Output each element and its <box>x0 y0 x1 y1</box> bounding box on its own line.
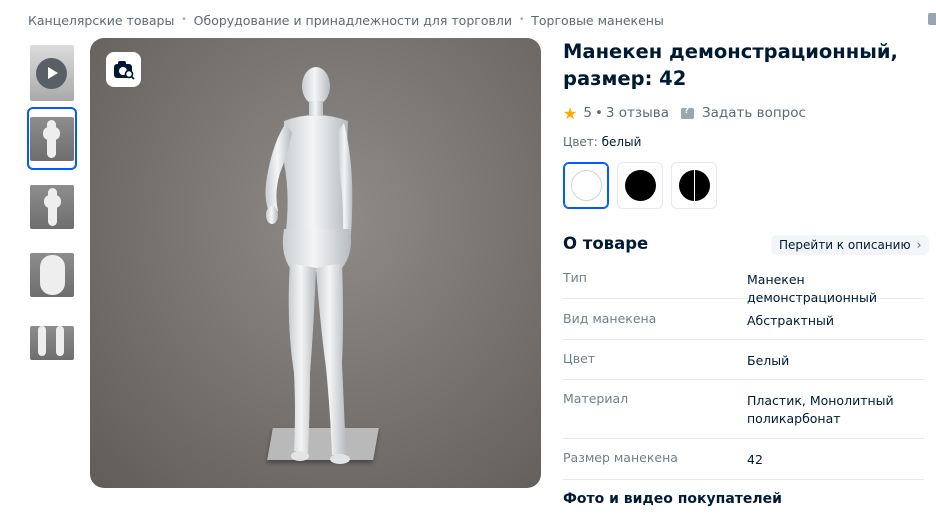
thumbnail-image <box>30 184 74 229</box>
customer-photos-title: Фото и видео покупателей <box>563 491 782 507</box>
chat-icon[interactable] <box>928 13 936 25</box>
thumbnail-video[interactable] <box>27 41 77 104</box>
rating-separator: • <box>594 105 603 121</box>
thumbnail-image <box>30 252 74 297</box>
breadcrumb-item[interactable]: Канцелярские товары <box>28 13 174 28</box>
play-icon <box>36 57 67 89</box>
ask-question-link[interactable]: Задать вопрос <box>702 105 806 121</box>
breadcrumb-separator: • <box>181 15 187 25</box>
swatch-circle <box>678 170 710 201</box>
star-icon: ★ <box>563 103 578 123</box>
spec-row: Цвет Белый <box>563 340 924 380</box>
thumbnail-photo-2[interactable] <box>27 175 77 238</box>
spec-row: Вид манекена Абстрактный <box>563 299 924 340</box>
thumbnail-photo-3[interactable] <box>27 243 77 306</box>
chevron-right-icon: › <box>916 238 922 252</box>
thumbnail-image <box>30 325 74 360</box>
spec-row: Размер манекена 42 <box>563 439 924 480</box>
swatch-white[interactable] <box>563 162 609 209</box>
thumbnail-photo-4[interactable] <box>27 311 77 374</box>
thumbnail-image <box>30 44 74 101</box>
product-title: Манекен демонстрационный, размер: 42 <box>563 38 923 92</box>
product-title-line: Манекен демонстрационный, <box>563 40 898 63</box>
spec-value: Пластик, Монолитный поликарбонат <box>747 393 894 426</box>
camera-search-icon <box>113 60 135 80</box>
goto-description-button[interactable]: Перейти к описанию › <box>771 235 930 255</box>
breadcrumb-item[interactable]: Оборудование и принадлежности для торгов… <box>194 13 512 28</box>
spec-key: Цвет <box>563 351 596 366</box>
spec-key: Материал <box>563 391 629 406</box>
swatch-circle <box>624 170 656 201</box>
product-title-line: размер: 42 <box>563 67 687 90</box>
spec-row: Тип Манекен демонстрационный <box>563 268 924 305</box>
reviews-link[interactable]: 3 отзыва <box>606 105 669 121</box>
spec-key: Размер манекена <box>563 450 678 465</box>
product-main-image[interactable] <box>90 38 541 488</box>
spec-value: Абстрактный <box>747 313 835 328</box>
rating-value[interactable]: 5 <box>583 105 592 121</box>
thumbnail-photo-1[interactable] <box>27 107 77 170</box>
color-label-value: белый <box>601 135 642 149</box>
mannequin-figure <box>265 67 353 464</box>
about-title: О товаре <box>563 234 649 253</box>
thumbnail-image <box>30 116 74 161</box>
rating-row: ★ 5 • 3 отзыва Задать вопрос <box>563 103 806 123</box>
spec-key: Тип <box>563 270 587 285</box>
color-swatches <box>563 162 717 209</box>
spec-key: Вид манекена <box>563 311 657 326</box>
swatch-circle <box>570 170 602 201</box>
spec-row: Материал Пластик, Монолитный поликарбона… <box>563 380 924 439</box>
color-label: Цвет: белый <box>563 135 641 149</box>
color-label-key: Цвет: <box>563 135 598 149</box>
swatch-black-white[interactable] <box>671 162 717 209</box>
breadcrumb-item[interactable]: Торговые манекены <box>531 13 664 28</box>
breadcrumb-separator: • <box>518 15 525 25</box>
spec-value: Белый <box>747 353 790 368</box>
breadcrumb: Канцелярские товары • Оборудование и при… <box>28 11 664 29</box>
photo-search-button[interactable] <box>106 52 141 87</box>
goto-description-label: Перейти к описанию <box>779 238 911 252</box>
question-icon <box>680 106 694 119</box>
spec-value: 42 <box>747 452 763 467</box>
swatch-black[interactable] <box>617 162 663 209</box>
